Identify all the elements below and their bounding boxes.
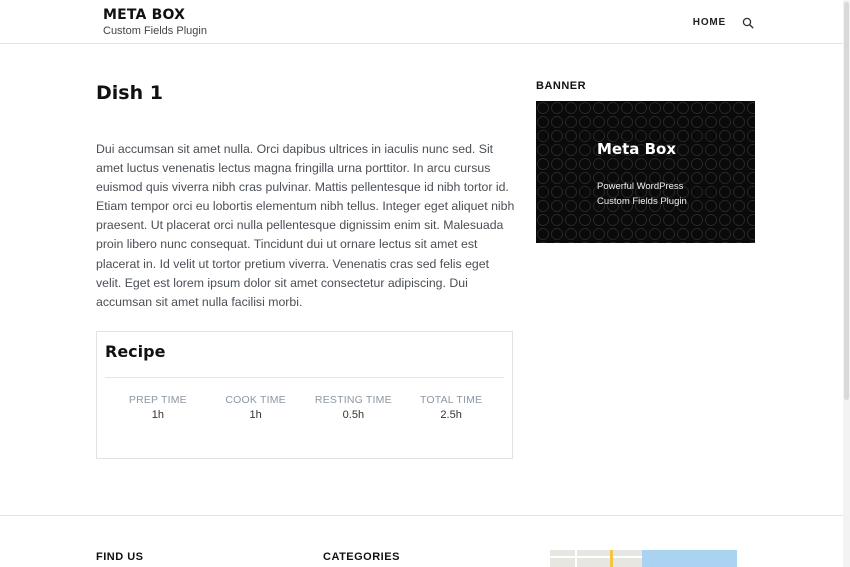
site-title[interactable]: META BOX (103, 7, 207, 23)
site-header: META BOX Custom Fields Plugin HOME (0, 0, 850, 44)
primary-nav: HOME (693, 16, 754, 29)
footer-find-us-heading: FIND US (96, 551, 144, 563)
page-scrollbar[interactable] (843, 0, 850, 567)
time-value: 2.5h (440, 409, 462, 421)
post-content: Dui accumsan sit amet nulla. Orci dapibu… (96, 142, 515, 309)
recipe-box: Recipe PREP TIME 1h COOK TIME 1h RESTING… (96, 331, 513, 459)
map-road (550, 556, 642, 558)
total-time: TOTAL TIME 2.5h (402, 394, 500, 421)
footer-map[interactable] (550, 550, 737, 567)
footer-categories-heading: CATEGORIES (323, 551, 400, 563)
recipe-divider (105, 377, 504, 378)
banner-line-2: Custom Fields Plugin (597, 196, 687, 207)
map-road (575, 550, 577, 567)
banner-image[interactable]: Meta Box Powerful WordPress Custom Field… (536, 101, 755, 243)
post-title: Dish 1 (96, 82, 163, 104)
banner-widget-title: BANNER (536, 80, 587, 92)
search-icon[interactable] (742, 16, 754, 29)
time-value: 0.5h (342, 409, 365, 421)
recipe-times: PREP TIME 1h COOK TIME 1h RESTING TIME 0… (109, 394, 500, 421)
time-value: 1h (249, 409, 262, 421)
prep-time: PREP TIME 1h (109, 394, 207, 421)
time-value: 1h (151, 409, 164, 421)
recipe-title: Recipe (105, 342, 166, 361)
cook-time: COOK TIME 1h (207, 394, 305, 421)
nav-home-link[interactable]: HOME (693, 17, 726, 28)
time-label: RESTING TIME (314, 394, 392, 406)
time-label: PREP TIME (128, 394, 187, 406)
banner-title: Meta Box (597, 140, 677, 158)
map-highway (610, 550, 613, 567)
site-tagline: Custom Fields Plugin (103, 25, 207, 37)
resting-time: RESTING TIME 0.5h (305, 394, 403, 421)
banner-line-1: Powerful WordPress (597, 181, 684, 192)
banner-text: Powerful WordPress Custom Fields Plugin (597, 179, 687, 209)
scrollbar-thumb[interactable] (844, 2, 849, 400)
time-label: TOTAL TIME (419, 394, 483, 406)
site-branding[interactable]: META BOX Custom Fields Plugin (103, 7, 207, 37)
time-label: COOK TIME (225, 394, 286, 406)
footer-divider (0, 515, 850, 516)
map-water (642, 550, 737, 567)
